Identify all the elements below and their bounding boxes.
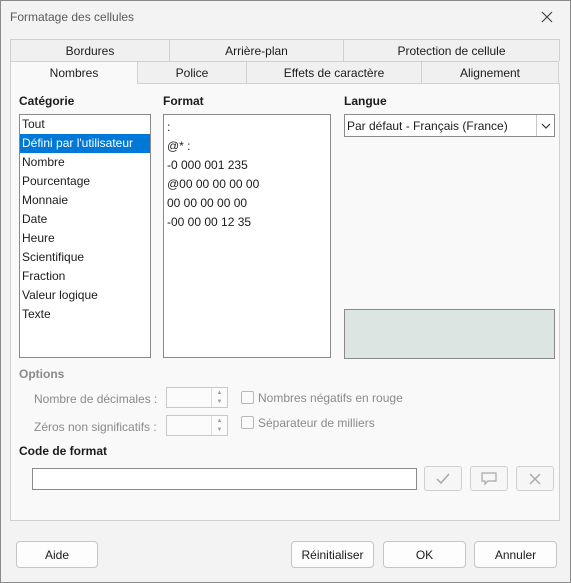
tab-font[interactable]: Police	[137, 61, 247, 83]
tab-row-bottom: Nombres Police Effets de caractère Align…	[10, 61, 559, 84]
list-item[interactable]: Monnaie	[20, 191, 150, 210]
spin-down-icon[interactable]: ▼	[212, 425, 227, 434]
list-item[interactable]: -0 000 001 235	[164, 156, 330, 175]
tab-alignment[interactable]: Alignement	[421, 61, 559, 83]
button-label: Réinitialiser	[301, 547, 364, 562]
tab-font-effects[interactable]: Effets de caractère	[246, 61, 422, 83]
chevron-down-icon	[541, 123, 550, 129]
ok-button[interactable]: OK	[383, 541, 466, 568]
list-item[interactable]: @* :	[164, 137, 330, 156]
list-item[interactable]: Heure	[20, 229, 150, 248]
decimals-spinner[interactable]: ▲ ▼	[166, 387, 228, 408]
button-label: Annuler	[494, 547, 537, 562]
format-cells-dialog: Formatage des cellules Bordures Arrière-…	[0, 0, 571, 583]
close-icon	[541, 11, 553, 23]
tab-row-top: Bordures Arrière-plan Protection de cell…	[10, 39, 560, 61]
help-button[interactable]: Aide	[16, 541, 98, 568]
format-label: Format	[163, 94, 204, 108]
comment-icon	[481, 471, 497, 485]
format-preview	[344, 309, 555, 359]
cancel-button[interactable]: Annuler	[474, 541, 557, 568]
tab-cell-protection[interactable]: Protection de cellule	[343, 39, 560, 61]
tab-label: Arrière-plan	[225, 43, 288, 58]
list-item[interactable]: Scientifique	[20, 248, 150, 267]
decimals-label: Nombre de décimales :	[34, 392, 158, 406]
negative-red-checkbox[interactable]	[241, 391, 254, 404]
window-title: Formatage des cellules	[10, 10, 135, 24]
spinner-buttons[interactable]: ▲ ▼	[211, 388, 227, 407]
comment-button[interactable]	[470, 466, 508, 491]
language-value: Par défaut - Français (France)	[347, 119, 508, 133]
check-icon	[436, 473, 450, 484]
accept-button[interactable]	[424, 466, 462, 491]
list-item[interactable]: Pourcentage	[20, 172, 150, 191]
format-code-label: Code de format	[19, 444, 108, 458]
format-code-input[interactable]	[32, 468, 417, 490]
negative-red-label: Nombres négatifs en rouge	[258, 391, 403, 405]
tab-label: Protection de cellule	[397, 43, 506, 58]
thousands-sep-checkbox[interactable]	[241, 416, 254, 429]
leading-zeros-spinner[interactable]: ▲ ▼	[166, 415, 228, 436]
close-button[interactable]	[524, 1, 570, 33]
options-label: Options	[19, 367, 65, 381]
list-item[interactable]: :	[164, 118, 330, 137]
tab-background[interactable]: Arrière-plan	[169, 39, 344, 61]
list-item[interactable]: Texte	[20, 305, 150, 324]
leading-zeros-label: Zéros non significatifs :	[34, 420, 157, 434]
tab-label: Alignement	[459, 65, 521, 80]
tab-label: Bordures	[65, 43, 115, 58]
button-label: Aide	[44, 547, 70, 562]
list-item[interactable]: Défini par l'utilisateur	[20, 134, 150, 153]
delete-button[interactable]	[516, 466, 554, 491]
tab-label: Effets de caractère	[283, 65, 385, 80]
tab-label: Nombres	[49, 66, 99, 80]
numbers-panel: Catégorie Tout Défini par l'utilisateur …	[10, 83, 560, 521]
list-item[interactable]: 00 00 00 00 00	[164, 194, 330, 213]
list-item[interactable]: Valeur logique	[20, 286, 150, 305]
category-list[interactable]: Tout Défini par l'utilisateur Nombre Pou…	[19, 114, 151, 358]
list-item[interactable]: Tout	[20, 115, 150, 134]
list-item[interactable]: @00 00 00 00 00	[164, 175, 330, 194]
dropdown-button[interactable]	[536, 115, 554, 136]
tab-borders[interactable]: Bordures	[10, 39, 170, 61]
spin-down-icon[interactable]: ▼	[212, 397, 227, 406]
button-label: OK	[415, 547, 434, 562]
title-bar: Formatage des cellules	[1, 1, 570, 33]
delete-icon	[529, 473, 541, 484]
list-item[interactable]: Fraction	[20, 267, 150, 286]
category-label: Catégorie	[19, 94, 75, 108]
spin-up-icon[interactable]: ▲	[212, 416, 227, 425]
reset-button[interactable]: Réinitialiser	[291, 541, 374, 568]
list-item[interactable]: Nombre	[20, 153, 150, 172]
spin-up-icon[interactable]: ▲	[212, 388, 227, 397]
tab-numbers[interactable]: Nombres	[10, 61, 138, 84]
list-item[interactable]: -00 00 00 12 35	[164, 213, 330, 232]
thousands-sep-label: Séparateur de milliers	[258, 416, 375, 430]
spinner-buttons[interactable]: ▲ ▼	[211, 416, 227, 435]
tab-label: Police	[175, 65, 209, 80]
language-select[interactable]: Par défaut - Français (France)	[344, 114, 555, 137]
format-list[interactable]: : @* : -0 000 001 235 @00 00 00 00 00 00…	[163, 114, 331, 358]
language-label: Langue	[344, 94, 387, 108]
list-item[interactable]: Date	[20, 210, 150, 229]
